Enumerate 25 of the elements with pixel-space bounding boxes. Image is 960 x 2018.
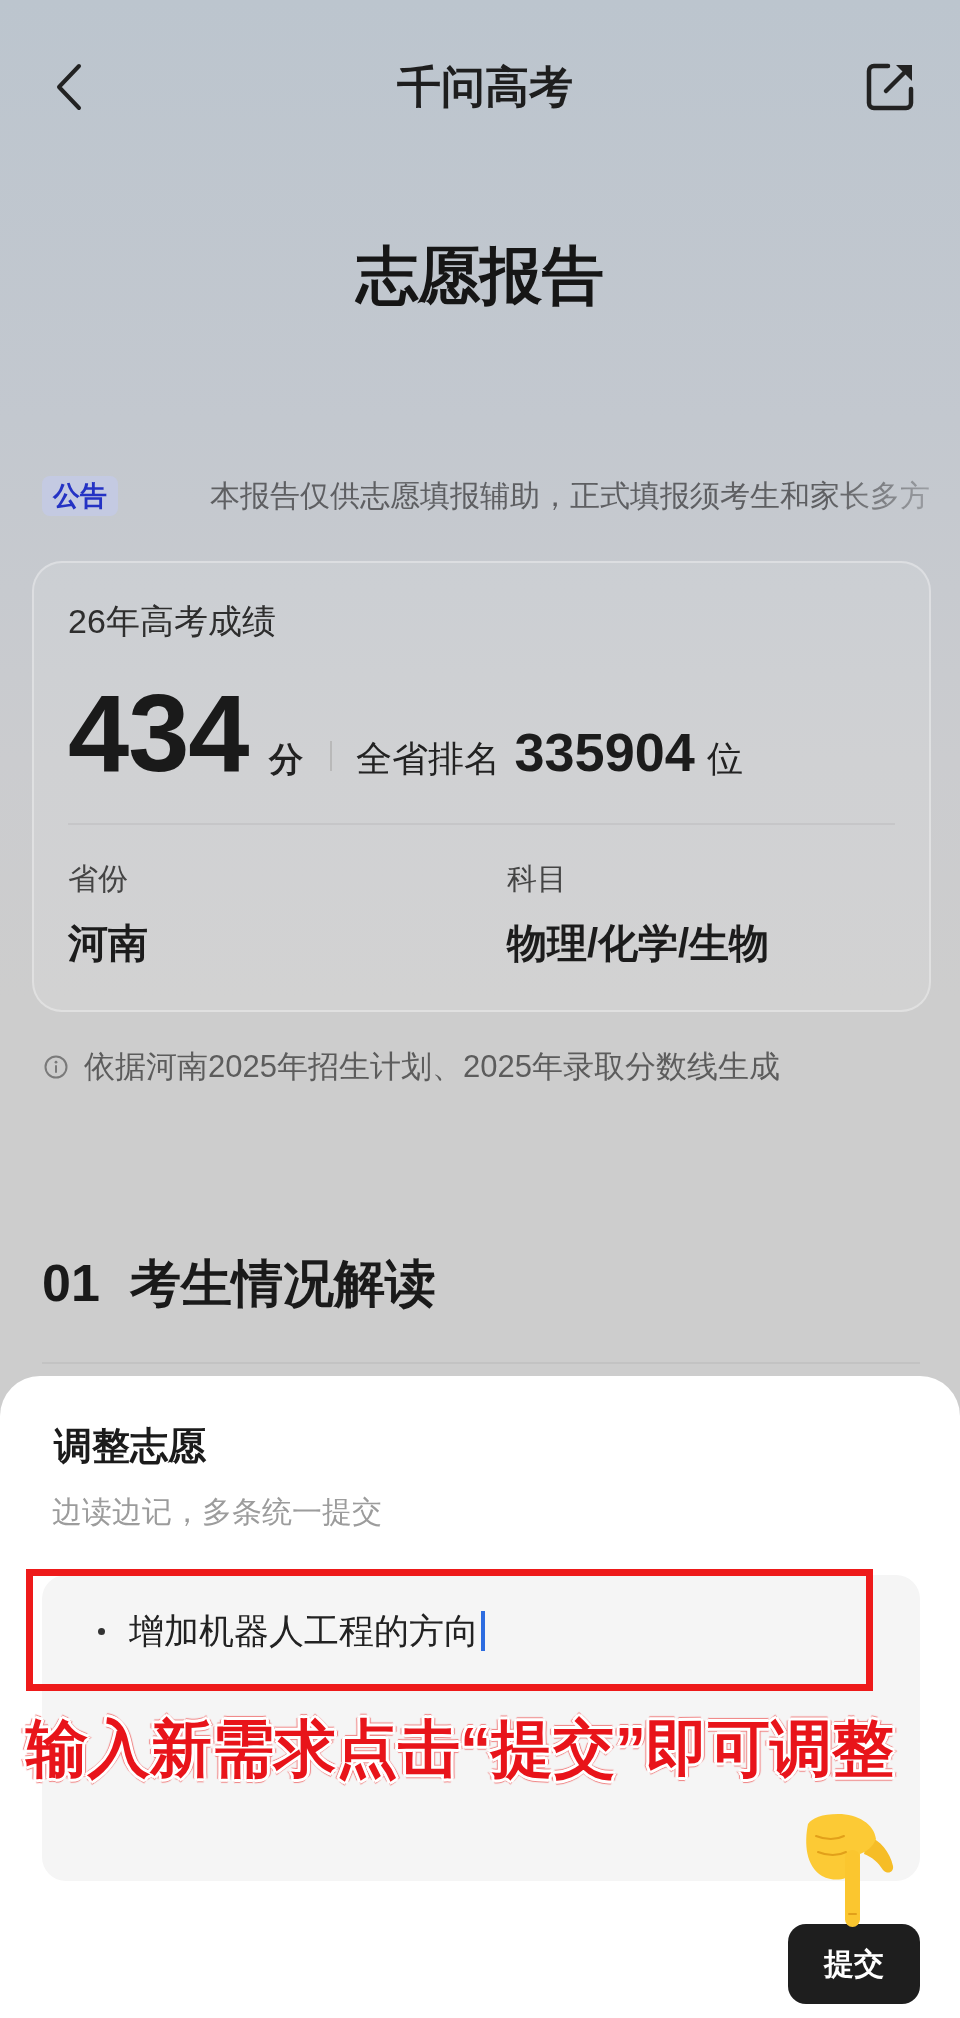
- field-value: 物理/化学/生物: [507, 920, 770, 967]
- bullet-icon: [98, 1627, 105, 1635]
- field-label: 科目: [507, 861, 567, 897]
- rank-value: 335904: [514, 721, 695, 783]
- score-unit: 分: [268, 739, 303, 780]
- app-title: 千问高考: [397, 61, 573, 113]
- source-note: 依据河南2025年招生计划、2025年录取分数线生成: [84, 1048, 780, 1086]
- annotation-caption: 输入新需求点击“提交”即可调整: [26, 1713, 894, 1785]
- sheet-subtitle: 边读边记，多条统一提交: [51, 1494, 382, 1530]
- rank-unit: 位: [706, 737, 743, 781]
- info-icon: [44, 1055, 68, 1079]
- card-title: 26年高考成绩: [68, 601, 277, 641]
- notice-text: 本报告仅供志愿填报辅助，正式填报须考生和家长多方: [210, 478, 930, 514]
- rank-label: 全省排名: [355, 737, 500, 781]
- field-value: 河南: [68, 920, 148, 967]
- section-number: 01: [42, 1253, 100, 1314]
- score-value: 434: [68, 678, 249, 788]
- share-icon: [866, 63, 914, 111]
- submit-button[interactable]: 提交: [788, 1924, 920, 2004]
- field-label: 省份: [68, 861, 128, 897]
- notice-badge: 公告: [42, 476, 118, 516]
- section-title: 考生情况解读: [129, 1254, 436, 1314]
- back-icon: [56, 63, 82, 111]
- sheet-title: 调整志愿: [52, 1424, 206, 1469]
- page-title: 志愿报告: [356, 240, 604, 312]
